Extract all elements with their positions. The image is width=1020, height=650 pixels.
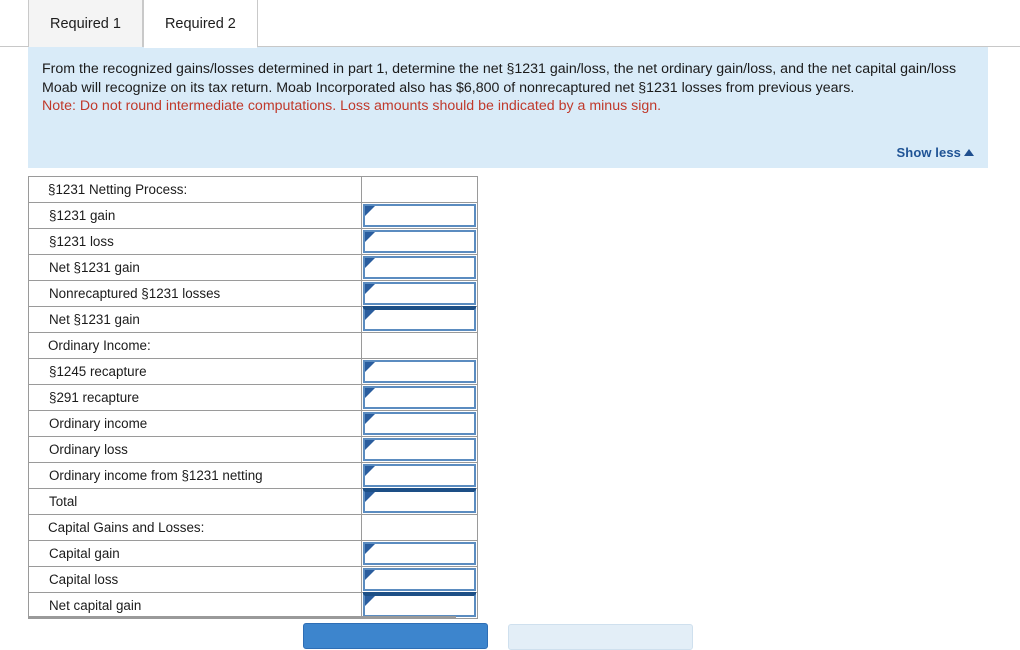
row-label: Net §1231 gain bbox=[28, 254, 362, 281]
cell-flag-icon bbox=[365, 544, 375, 554]
row-label: Ordinary Income: bbox=[28, 332, 362, 359]
row-label: Total bbox=[28, 488, 362, 515]
row-label: Net capital gain bbox=[28, 592, 362, 619]
row-value bbox=[361, 566, 478, 593]
table-row: Capital loss bbox=[28, 566, 478, 593]
table-row: Capital gain bbox=[28, 540, 478, 567]
cell-flag-icon bbox=[365, 414, 375, 424]
amount-input[interactable] bbox=[363, 386, 476, 409]
amount-input[interactable] bbox=[363, 204, 476, 227]
tab-required-2[interactable]: Required 2 bbox=[142, 0, 258, 48]
row-label: Net §1231 gain bbox=[28, 306, 362, 333]
row-value bbox=[361, 410, 478, 437]
row-label: §291 recapture bbox=[28, 384, 362, 411]
show-less-label[interactable]: Show less bbox=[897, 145, 961, 160]
table-row: Net §1231 gain bbox=[28, 306, 478, 333]
row-value-blank bbox=[361, 332, 478, 359]
row-value bbox=[361, 592, 478, 619]
worksheet-body: §1231 Netting Process: §1231 gain §1231 … bbox=[28, 176, 478, 619]
cell-flag-icon bbox=[365, 310, 375, 320]
table-row: §1231 Netting Process: bbox=[28, 176, 478, 203]
row-value-blank bbox=[361, 514, 478, 541]
show-less-control[interactable]: Show less bbox=[897, 145, 974, 160]
table-row: §291 recapture bbox=[28, 384, 478, 411]
cell-flag-icon bbox=[365, 570, 375, 580]
row-value bbox=[361, 254, 478, 281]
row-label: Ordinary income bbox=[28, 410, 362, 437]
amount-input-total[interactable] bbox=[363, 592, 476, 617]
row-value bbox=[361, 436, 478, 463]
amount-input[interactable] bbox=[363, 542, 476, 565]
row-value bbox=[361, 540, 478, 567]
table-row: §1245 recapture bbox=[28, 358, 478, 385]
cell-flag-icon bbox=[365, 596, 375, 606]
table-row: Ordinary income bbox=[28, 410, 478, 437]
row-label: Nonrecaptured §1231 losses bbox=[28, 280, 362, 307]
cell-flag-icon bbox=[365, 492, 375, 502]
amount-input[interactable] bbox=[363, 412, 476, 435]
amount-input-total[interactable] bbox=[363, 306, 476, 331]
table-row: Nonrecaptured §1231 losses bbox=[28, 280, 478, 307]
row-value bbox=[361, 488, 478, 515]
question-prompt-panel: From the recognized gains/losses determi… bbox=[28, 47, 988, 168]
row-label: §1231 loss bbox=[28, 228, 362, 255]
row-label: Ordinary loss bbox=[28, 436, 362, 463]
caret-up-icon bbox=[964, 148, 974, 156]
row-label: §1231 Netting Process: bbox=[28, 176, 362, 203]
cell-flag-icon bbox=[365, 466, 375, 476]
row-value bbox=[361, 462, 478, 489]
amount-input[interactable] bbox=[363, 360, 476, 383]
table-row: Net capital gain bbox=[28, 592, 478, 619]
tab-required-1-label: Required 1 bbox=[50, 15, 121, 32]
secondary-action-button[interactable] bbox=[508, 624, 693, 650]
table-row: Total bbox=[28, 488, 478, 515]
amount-input[interactable] bbox=[363, 464, 476, 487]
row-value bbox=[361, 306, 478, 333]
amount-input[interactable] bbox=[363, 256, 476, 279]
worksheet-table: §1231 Netting Process: §1231 gain §1231 … bbox=[28, 176, 478, 619]
row-label: §1245 recapture bbox=[28, 358, 362, 385]
table-row: §1231 gain bbox=[28, 202, 478, 229]
table-row: §1231 loss bbox=[28, 228, 478, 255]
table-row: Ordinary income from §1231 netting bbox=[28, 462, 478, 489]
table-row: Ordinary Income: bbox=[28, 332, 478, 359]
primary-action-button[interactable] bbox=[303, 623, 488, 649]
cell-flag-icon bbox=[365, 362, 375, 372]
row-value bbox=[361, 280, 478, 307]
row-label: Capital gain bbox=[28, 540, 362, 567]
amount-input[interactable] bbox=[363, 568, 476, 591]
question-prompt-text: From the recognized gains/losses determi… bbox=[42, 61, 957, 96]
tab-required-2-label: Required 2 bbox=[164, 15, 236, 32]
table-row: Capital Gains and Losses: bbox=[28, 514, 478, 541]
row-value bbox=[361, 384, 478, 411]
row-value bbox=[361, 228, 478, 255]
table-row: Ordinary loss bbox=[28, 436, 478, 463]
row-label: Capital Gains and Losses: bbox=[28, 514, 362, 541]
amount-input-total[interactable] bbox=[363, 488, 476, 513]
cell-flag-icon bbox=[365, 388, 375, 398]
amount-input[interactable] bbox=[363, 230, 476, 253]
row-label: §1231 gain bbox=[28, 202, 362, 229]
tab-list: Required 1 Required 2 bbox=[28, 0, 258, 48]
cell-flag-icon bbox=[365, 258, 375, 268]
cell-flag-icon bbox=[365, 440, 375, 450]
tab-required-1[interactable]: Required 1 bbox=[28, 0, 143, 47]
question-prompt-note: Note: Do not round intermediate computat… bbox=[42, 98, 662, 114]
row-value bbox=[361, 202, 478, 229]
row-value bbox=[361, 358, 478, 385]
amount-input[interactable] bbox=[363, 438, 476, 461]
tab-strip: Required 1 Required 2 bbox=[0, 0, 1020, 48]
cell-flag-icon bbox=[365, 206, 375, 216]
row-label: Capital loss bbox=[28, 566, 362, 593]
table-row: Net §1231 gain bbox=[28, 254, 478, 281]
row-label: Ordinary income from §1231 netting bbox=[28, 462, 362, 489]
table-bottom-edge bbox=[28, 616, 456, 618]
cell-flag-icon bbox=[365, 284, 375, 294]
row-value-blank bbox=[361, 176, 478, 203]
amount-input[interactable] bbox=[363, 282, 476, 305]
cell-flag-icon bbox=[365, 232, 375, 242]
